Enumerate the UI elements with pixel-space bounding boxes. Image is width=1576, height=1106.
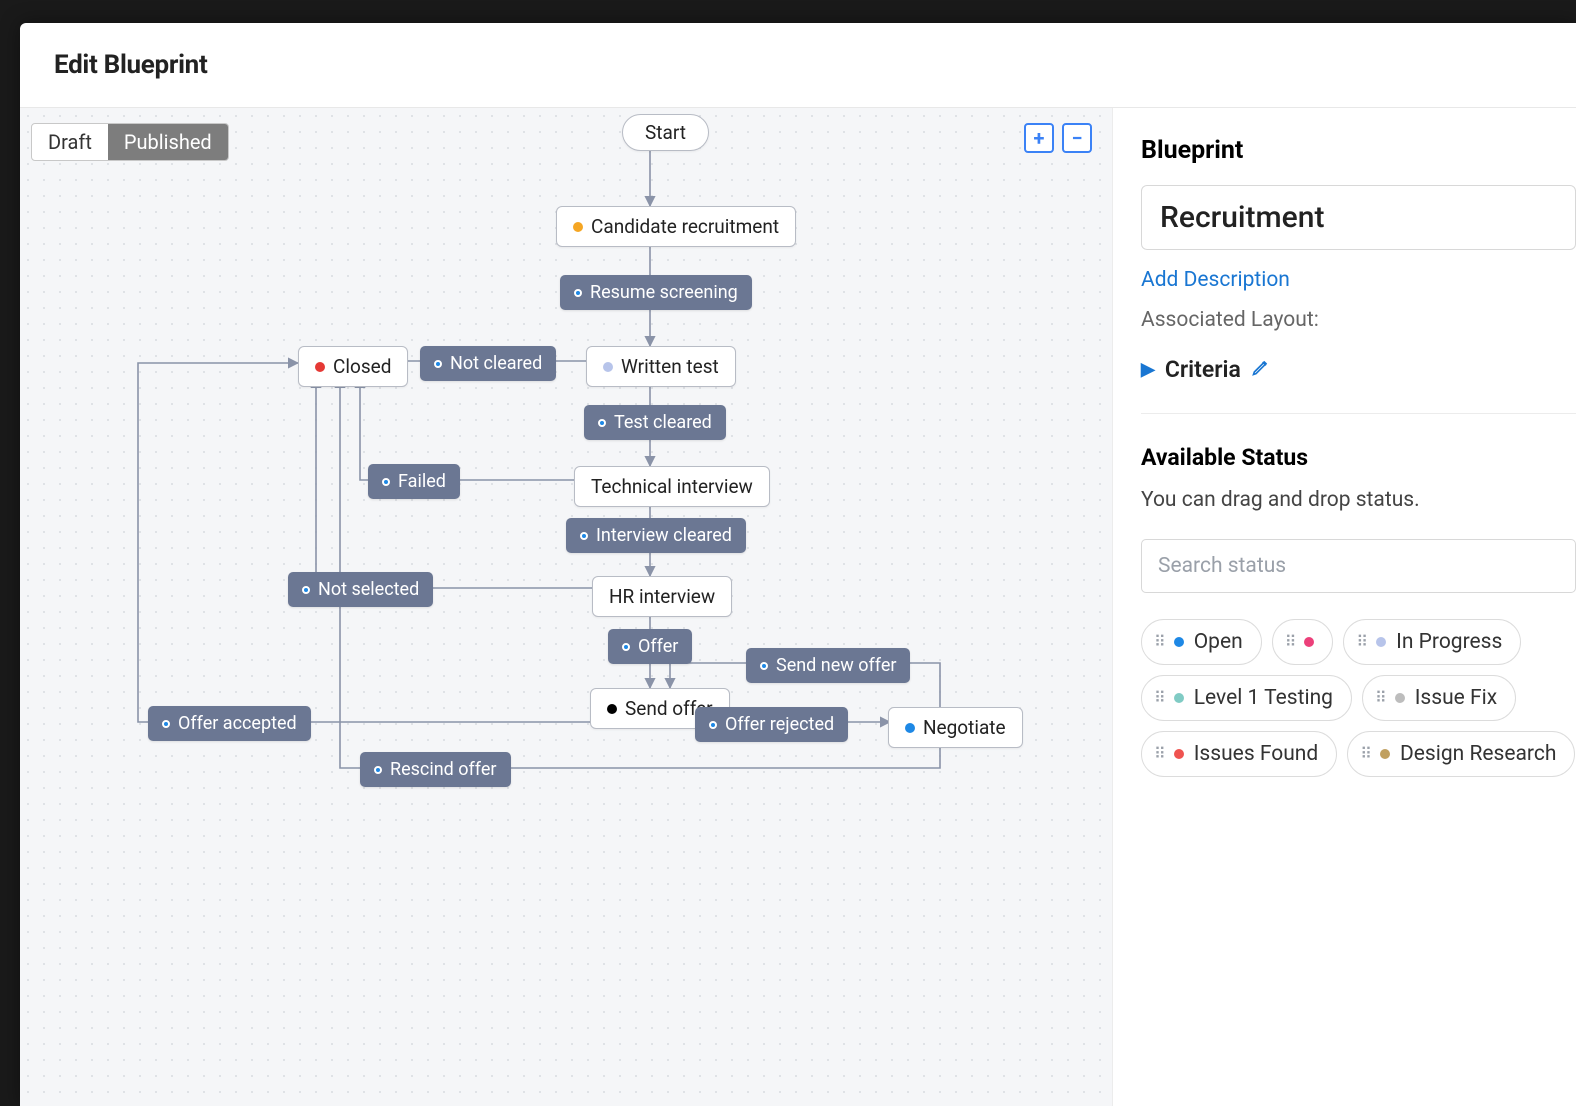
node-candidate-recruitment[interactable]: Candidate recruitment: [556, 206, 796, 247]
status-pill-level1[interactable]: ⠿Level 1 Testing: [1141, 675, 1352, 721]
transition-test-cleared[interactable]: Test cleared: [584, 405, 726, 440]
properties-panel: Blueprint Add Description Associated Lay…: [1112, 108, 1576, 1106]
transition-rescind-offer[interactable]: Rescind offer: [360, 752, 511, 787]
drag-handle-icon: ⠿: [1375, 694, 1385, 702]
node-hr-interview[interactable]: HR interview: [592, 576, 732, 617]
drag-handle-icon: ⠿: [1356, 638, 1366, 646]
status-pill-issue-fix[interactable]: ⠿Issue Fix: [1362, 675, 1516, 721]
transition-resume-screening[interactable]: Resume screening: [560, 275, 752, 310]
available-status-help: You can drag and drop status.: [1141, 485, 1576, 517]
status-dot: [905, 723, 915, 733]
blueprint-editor-modal: Edit Blueprint Draft Published + −: [20, 23, 1576, 1106]
blueprint-name-input[interactable]: [1141, 185, 1576, 250]
node-start[interactable]: Start: [622, 114, 709, 151]
drag-handle-icon: ⠿: [1360, 750, 1370, 758]
page-title: Edit Blueprint: [54, 50, 207, 80]
pencil-icon[interactable]: [1251, 356, 1271, 383]
drag-handle-icon: ⠿: [1154, 750, 1164, 758]
add-description-link[interactable]: Add Description: [1141, 268, 1290, 292]
status-pill-open[interactable]: ⠿Open: [1141, 619, 1262, 665]
status-pill-design-research[interactable]: ⠿Design Research: [1347, 731, 1575, 777]
status-dot: [573, 222, 583, 232]
status-search-input[interactable]: [1141, 539, 1576, 593]
panel-title: Blueprint: [1141, 136, 1576, 165]
node-written-test[interactable]: Written test: [586, 346, 736, 387]
status-pill-list: ⠿Open ⠿ ⠿In Progress ⠿Level 1 Testing ⠿I…: [1141, 619, 1576, 777]
drag-handle-icon: ⠿: [1154, 694, 1164, 702]
chevron-right-icon: ▶: [1141, 359, 1155, 380]
transition-offer-rejected[interactable]: Offer rejected: [695, 707, 848, 742]
status-dot: [315, 362, 325, 372]
modal-header: Edit Blueprint: [20, 23, 1576, 108]
transition-not-selected[interactable]: Not selected: [288, 572, 433, 607]
node-technical-interview[interactable]: Technical interview: [574, 466, 770, 507]
transition-interview-cleared[interactable]: Interview cleared: [566, 518, 746, 553]
transition-offer-accepted[interactable]: Offer accepted: [148, 706, 311, 741]
status-pill-extra[interactable]: ⠿: [1272, 619, 1334, 665]
transition-not-cleared[interactable]: Not cleared: [420, 346, 556, 381]
status-dot: [607, 704, 617, 714]
drag-handle-icon: ⠿: [1285, 638, 1295, 646]
associated-layout-label: Associated Layout:: [1141, 308, 1576, 332]
transition-failed[interactable]: Failed: [368, 464, 460, 499]
status-pill-issues-found[interactable]: ⠿Issues Found: [1141, 731, 1337, 777]
node-negotiate[interactable]: Negotiate: [888, 707, 1023, 748]
available-status-heading: Available Status: [1141, 444, 1576, 471]
node-closed[interactable]: Closed: [298, 346, 408, 387]
criteria-expander[interactable]: ▶ Criteria: [1141, 356, 1576, 383]
status-pill-in-progress[interactable]: ⠿In Progress: [1343, 619, 1521, 665]
flow-canvas[interactable]: Draft Published + −: [20, 108, 1112, 1106]
status-dot: [603, 362, 613, 372]
transition-send-new-offer[interactable]: Send new offer: [746, 648, 910, 683]
drag-handle-icon: ⠿: [1154, 638, 1164, 646]
transition-offer[interactable]: Offer: [608, 629, 692, 664]
